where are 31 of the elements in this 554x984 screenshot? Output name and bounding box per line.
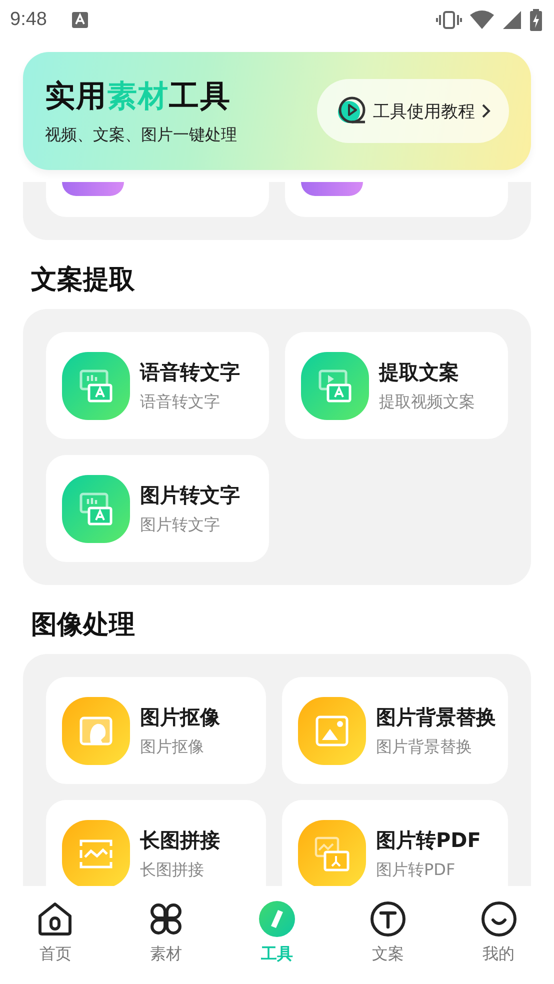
tutorial-button[interactable]: 工具使用教程: [317, 79, 509, 143]
tool-card[interactable]: 图片抠像 图片抠像: [46, 677, 266, 784]
section-title: 文案提取: [31, 264, 136, 297]
tool-title: 长图拼接: [140, 826, 220, 854]
banner-subtitle: 视频、文案、图片一键处理: [45, 125, 237, 146]
tool-card[interactable]: 图片转PDF 图片转PDF: [282, 800, 508, 886]
tool-card[interactable]: 图片背景替换 图片背景替换: [282, 677, 508, 784]
tool-card[interactable]: 长图拼接 长图拼接: [46, 800, 266, 886]
section-title: 图像处理: [31, 609, 136, 642]
tool-subtitle: 图片抠像: [140, 736, 205, 758]
tool-title: 图片背景替换: [376, 704, 496, 730]
banner-title: 实用素材工具: [45, 78, 232, 116]
tool-title: 提取文案: [379, 358, 460, 386]
tool-subtitle: 语音转文字: [140, 392, 221, 412]
tool-title: 语音转文字: [140, 358, 240, 386]
tool-subtitle: 图片转文字: [140, 514, 221, 536]
status-time: 9:48: [10, 9, 47, 31]
nav-tab[interactable]: 文案: [332, 886, 444, 984]
tool-subtitle: 图片背景替换: [376, 736, 473, 758]
nav-tab[interactable]: 首页: [0, 886, 111, 984]
tool-title: 图片转文字: [140, 482, 240, 508]
tool-card[interactable]: 提取文案 提取视频文案: [285, 332, 508, 439]
tool-card[interactable]: 图片转文字 图片转文字: [46, 455, 269, 562]
tool-title: 图片转PDF: [376, 826, 481, 854]
tool-title: 图片抠像: [140, 704, 220, 730]
tool-subtitle: 图片转PDF: [376, 860, 456, 880]
nav-tab[interactable]: 我的: [443, 886, 554, 984]
tool-card[interactable]: 语音转文字 语音转文字: [46, 332, 269, 439]
tool-subtitle: 长图拼接: [140, 860, 205, 880]
tool-subtitle: 提取视频文案: [379, 392, 475, 412]
nav-tab[interactable]: 素材: [110, 886, 222, 984]
